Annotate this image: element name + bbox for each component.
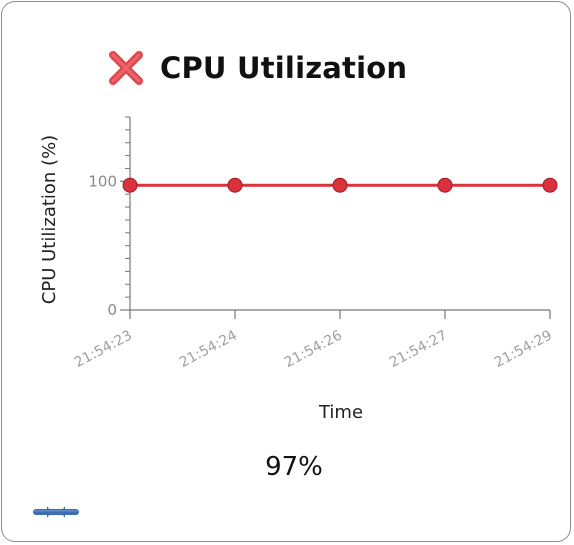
x-tick-label: 21:54:23 [72, 327, 135, 371]
data-point [332, 177, 348, 193]
x-tick-label: 21:54:26 [282, 327, 345, 371]
current-value: 97% [265, 452, 323, 482]
drag-handle-icon[interactable] [31, 504, 81, 518]
x-tick-label: 21:54:24 [177, 327, 240, 371]
data-point [437, 177, 453, 193]
x-tick-label: 21:54:27 [387, 327, 450, 371]
x-axis-title: Time [318, 402, 363, 423]
cpu-line-chart: 0 100 CPU Utilization (%) 21:54:23 21:54:24 2… [39, 116, 558, 423]
y-tick-label: 0 [107, 301, 117, 319]
cpu-utilization-widget: CPU Utilization 0 100 CPU Utilization (%) 2… [1, 1, 571, 542]
y-axis-title: CPU Utilization (%) [39, 135, 60, 304]
cpu-chart: 0 100 CPU Utilization (%) 21:54:23 21:54:24 2… [2, 2, 574, 442]
data-point [542, 177, 558, 193]
y-tick-label: 100 [88, 172, 117, 190]
x-tick-label: 21:54:29 [492, 327, 555, 371]
data-point [122, 177, 138, 193]
data-point [227, 177, 243, 193]
